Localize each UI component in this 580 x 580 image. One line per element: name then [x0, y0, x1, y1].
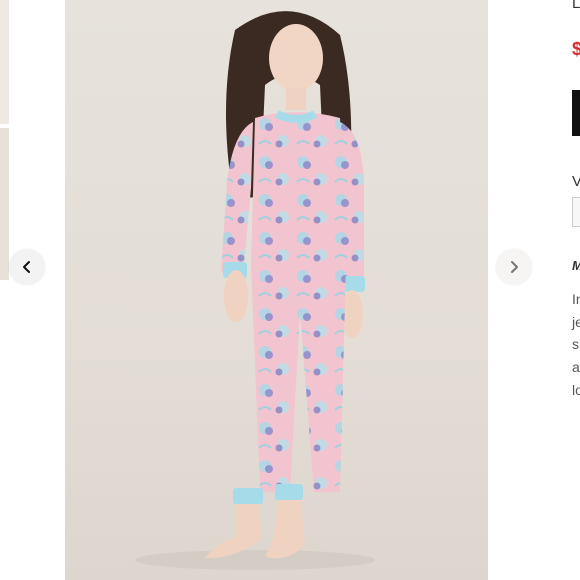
product-main-image — [65, 0, 488, 580]
buy-button[interactable] — [572, 90, 580, 136]
description-line: lo — [572, 382, 580, 398]
variant-label: V — [572, 173, 580, 190]
thumbnail-image[interactable] — [0, 128, 9, 280]
description-line: je — [572, 314, 580, 330]
variant-select[interactable] — [572, 197, 580, 227]
thumbnail-strip — [0, 0, 9, 580]
product-photo-illustration — [135, 11, 375, 570]
description-line: In — [572, 291, 580, 307]
chevron-left-icon — [23, 261, 30, 273]
thumbnail-image[interactable] — [0, 0, 9, 124]
product-title: L — [572, 0, 580, 12]
chevron-right-icon — [511, 261, 518, 273]
section-heading: M — [572, 258, 580, 273]
carousel-prev-button[interactable] — [9, 249, 45, 285]
product-detail-panel: L $ V M In je sl a lo — [566, 0, 580, 580]
carousel-next-button[interactable] — [496, 249, 532, 285]
description-line: sl — [572, 336, 580, 352]
description-line: a — [572, 359, 580, 375]
product-price: $ — [572, 39, 580, 59]
